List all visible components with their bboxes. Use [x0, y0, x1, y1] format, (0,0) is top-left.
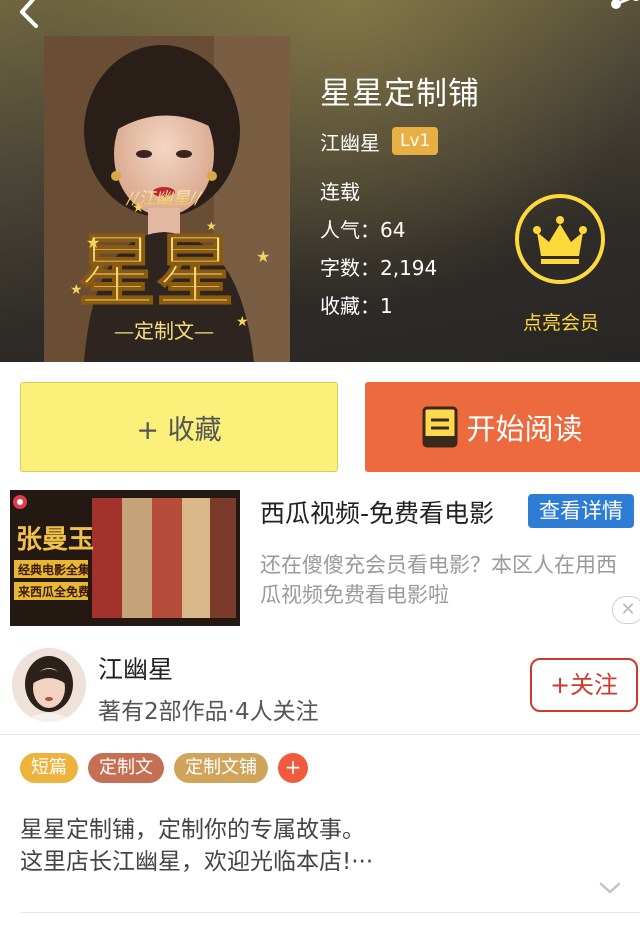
add-tag-button[interactable]: + [278, 753, 308, 783]
tag-custom-shop[interactable]: 定制文铺 [174, 753, 268, 783]
cover-subtitle: —定制文— [114, 319, 214, 343]
start-reading-label: 开始阅读 [466, 412, 583, 446]
author-avatar[interactable] [12, 648, 86, 722]
description-line-2: 这里店长江幽星，欢迎光临本店!··· [20, 849, 374, 875]
book-detail-page: //江幽星// 星星 —定制文— ★ ★ ★ ★ ★ ★ 星星定制铺 江幽星 L… [0, 0, 640, 925]
chevron-left-icon [20, 0, 38, 28]
book-description: 星星定制铺，定制你的专属故事。 这里店长江幽星，欢迎光临本店!··· [20, 814, 620, 878]
cover-illustration: //江幽星// 星星 —定制文— ★ ★ ★ ★ ★ ★ [44, 36, 290, 362]
svg-text:★: ★ [132, 200, 145, 216]
popularity-count: 人气：64 [320, 218, 406, 242]
book-icon [422, 406, 458, 448]
author-stats: 著有2部作品·4人关注 [98, 699, 319, 725]
serial-status: 连载 [320, 180, 360, 204]
cover-main-title: 星星 [78, 226, 234, 317]
chevron-down-icon [599, 882, 621, 894]
author-link[interactable]: 江幽星 [320, 127, 380, 156]
svg-text:★: ★ [86, 233, 100, 252]
tag-custom[interactable]: 定制文 [88, 753, 164, 783]
tag-short[interactable]: 短篇 [20, 753, 78, 783]
svg-text:★: ★ [70, 282, 83, 298]
ad-description[interactable]: 还在傻傻充会员看电影？本区人在用西瓜视频免费看电影啦 [260, 550, 632, 610]
ad-image-line2: 来西瓜全免费 [17, 584, 90, 599]
favorites-count: 收藏：1 [320, 294, 393, 318]
ad-star-name: 张曼玉 [16, 525, 94, 555]
ad-image[interactable]: 张曼玉 经典电影全集 来西瓜全免费 [10, 490, 240, 626]
crown-icon [515, 194, 605, 284]
expand-description-button[interactable] [598, 880, 622, 896]
close-icon: ✕ [620, 599, 636, 620]
svg-text:★: ★ [256, 247, 270, 266]
svg-text:★: ★ [206, 219, 217, 233]
start-reading-button[interactable]: 开始阅读 [365, 382, 640, 472]
ad-image-line1: 经典电影全集 [18, 562, 91, 577]
avatar-illustration [12, 648, 86, 722]
divider [0, 734, 640, 735]
book-header: //江幽星// 星星 —定制文— ★ ★ ★ ★ ★ ★ 星星定制铺 江幽星 L… [0, 0, 640, 362]
ad-detail-button[interactable]: 查看详情 [528, 494, 634, 528]
collect-button[interactable]: + 收藏 [20, 382, 338, 472]
share-button[interactable] [606, 0, 640, 22]
svg-text:★: ★ [236, 314, 249, 330]
back-button[interactable] [8, 0, 48, 28]
level-badge: Lv1 [392, 127, 439, 155]
divider-bottom [20, 912, 640, 913]
vip-button[interactable] [513, 192, 607, 286]
ad-poster-illustration: 张曼玉 经典电影全集 来西瓜全免费 [10, 490, 240, 626]
word-count: 字数：2,194 [320, 256, 438, 280]
share-icon [611, 0, 639, 9]
description-line-1: 星星定制铺，定制你的专属故事。 [20, 817, 365, 843]
follow-button[interactable]: +关注 [530, 658, 638, 712]
ad-close-button[interactable]: ✕ [612, 596, 640, 624]
book-title: 星星定制铺 [320, 76, 480, 112]
tag-list: 短篇 定制文 定制文铺 + [20, 753, 308, 783]
book-cover[interactable]: //江幽星// 星星 —定制文— ★ ★ ★ ★ ★ ★ [44, 36, 290, 362]
author-row: 江幽星 Lv1 [320, 126, 439, 156]
ad-title[interactable]: 西瓜视频-免费看电影 [260, 494, 494, 530]
author-name[interactable]: 江幽星 [98, 650, 173, 686]
vip-label[interactable]: 点亮会员 [496, 308, 626, 335]
